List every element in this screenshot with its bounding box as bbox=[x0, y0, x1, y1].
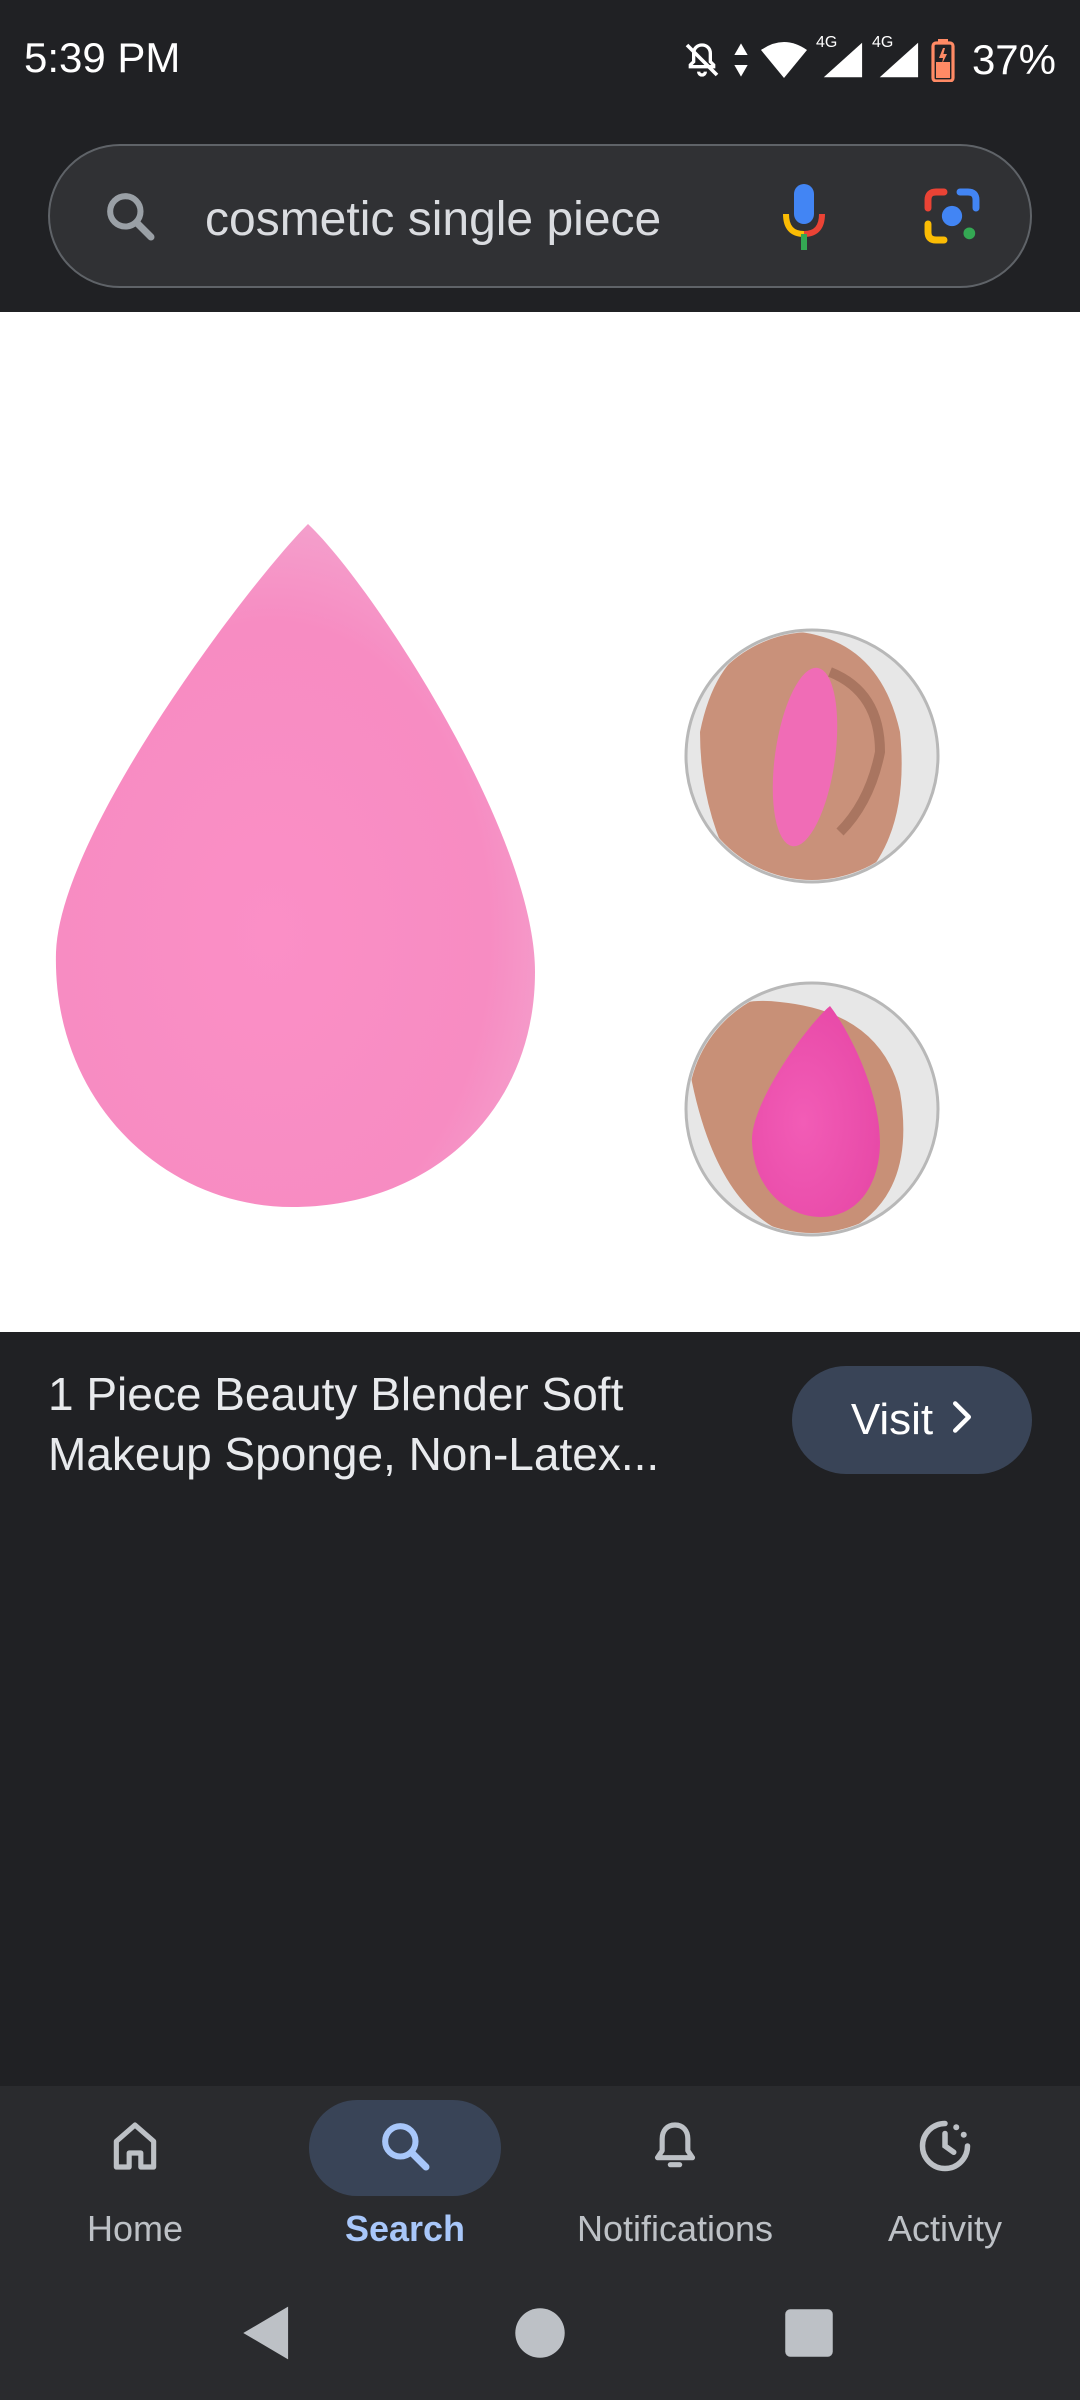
nav-label-notifications: Notifications bbox=[576, 2208, 774, 2249]
wifi-icon bbox=[760, 40, 808, 80]
activity-icon bbox=[915, 2116, 975, 2181]
status-time: 5:39 PM bbox=[24, 34, 181, 81]
bell-icon bbox=[647, 2118, 703, 2179]
nav-item-home[interactable]: Home bbox=[0, 2086, 270, 2276]
search-header: cosmetic single piece bbox=[0, 122, 1080, 312]
nav-pill bbox=[849, 2100, 1041, 2196]
signal-icon: 4G bbox=[816, 34, 864, 80]
result-title[interactable]: 1 Piece Beauty Blender Soft Makeup Spong… bbox=[48, 1364, 728, 1484]
network-type-label: 4G bbox=[871, 34, 894, 51]
home-icon bbox=[107, 2118, 163, 2179]
nav-item-activity[interactable]: Activity bbox=[810, 2086, 1080, 2276]
nav-label-search: Search bbox=[344, 2208, 466, 2249]
home-circle-icon[interactable] bbox=[514, 2304, 566, 2367]
battery-percent: 37% bbox=[971, 36, 1056, 83]
do-not-disturb-bell-icon bbox=[682, 40, 722, 80]
back-icon[interactable] bbox=[240, 2304, 294, 2367]
chevron-right-icon bbox=[951, 1395, 973, 1445]
recents-icon[interactable] bbox=[784, 2304, 834, 2367]
visit-button[interactable]: Visit bbox=[792, 1366, 1032, 1474]
nav-item-notifications[interactable]: Notifications bbox=[540, 2086, 810, 2276]
bottom-navigation: Home Search Notifications Activity bbox=[0, 2086, 1080, 2276]
search-box[interactable]: cosmetic single piece bbox=[48, 144, 1032, 288]
nav-item-search[interactable]: Search bbox=[270, 2086, 540, 2276]
signal-icon: 4G bbox=[872, 34, 920, 80]
network-type-label: 4G bbox=[815, 34, 838, 51]
search-query[interactable]: cosmetic single piece bbox=[205, 192, 661, 247]
visit-label: Visit bbox=[850, 1395, 934, 1444]
search-icon bbox=[102, 188, 158, 249]
status-bar: 5:39 PM 4G 4G 37% bbox=[0, 0, 1080, 122]
search-icon bbox=[377, 2118, 433, 2179]
nav-pill bbox=[39, 2100, 231, 2196]
data-arrows-icon bbox=[732, 40, 750, 80]
google-lens-icon[interactable] bbox=[920, 184, 984, 253]
mic-icon[interactable] bbox=[780, 180, 828, 261]
nav-label-activity: Activity bbox=[887, 2208, 1002, 2249]
product-image[interactable] bbox=[0, 312, 1080, 1332]
battery-icon bbox=[930, 38, 956, 82]
nav-pill-active bbox=[309, 2100, 501, 2196]
system-navigation-bar bbox=[0, 2276, 1080, 2400]
nav-pill bbox=[579, 2100, 771, 2196]
nav-label-home: Home bbox=[86, 2208, 184, 2249]
status-icons: 4G 4G 37% bbox=[682, 30, 1056, 90]
